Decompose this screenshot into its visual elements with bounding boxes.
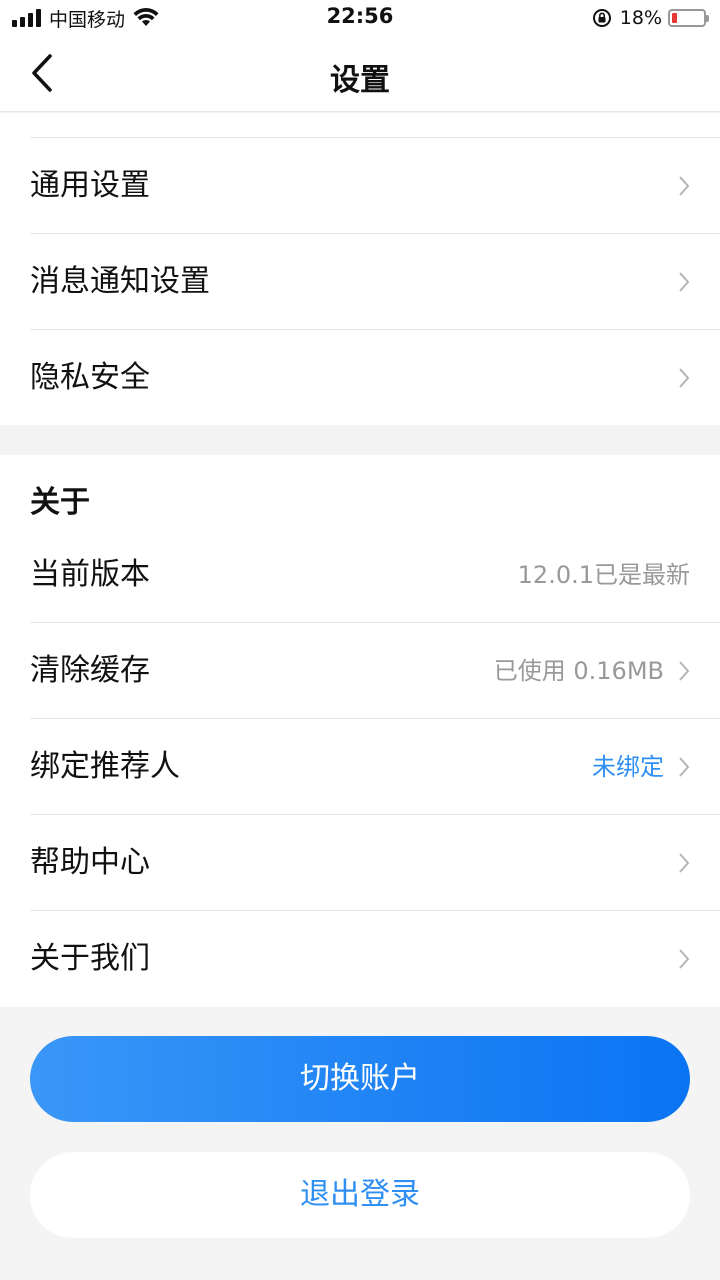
row-current-version: 当前版本 12.0.1已是最新 [0, 527, 720, 623]
row-privacy-security[interactable]: 隐私安全 [0, 330, 720, 426]
battery-icon [668, 9, 709, 27]
chevron-right-icon [679, 949, 690, 969]
battery-percent: 18% [619, 7, 662, 29]
referrer-status-value: 未绑定 [592, 753, 664, 781]
chevron-right-icon [679, 272, 690, 292]
row-label: 消息通知设置 [30, 264, 210, 299]
row-label: 清除缓存 [30, 653, 150, 688]
page-title: 设置 [330, 63, 390, 98]
row-about-us[interactable]: 关于我们 [0, 911, 720, 1007]
row-label: 通用设置 [30, 168, 150, 203]
chevron-right-icon [679, 661, 690, 681]
row-help-center[interactable]: 帮助中心 [0, 815, 720, 911]
chevron-right-icon [679, 853, 690, 873]
version-value: 12.0.1已是最新 [517, 561, 690, 589]
rotation-lock-icon [592, 9, 611, 27]
chevron-right-icon [679, 368, 690, 388]
switch-account-button[interactable]: 切换账户 [30, 1036, 690, 1122]
status-right: 18% [592, 6, 709, 30]
row-label: 隐私安全 [30, 360, 150, 395]
row-label: 绑定推荐人 [30, 749, 180, 784]
row-bind-referrer[interactable]: 绑定推荐人 未绑定 [0, 719, 720, 815]
row-label: 关于我们 [30, 941, 150, 976]
row-label: 帮助中心 [30, 845, 150, 880]
row-general-settings[interactable]: 通用设置 [0, 138, 720, 234]
status-bar: 中国移动 22:56 18% [0, 0, 720, 36]
row-label: 当前版本 [30, 557, 150, 592]
chevron-right-icon [679, 176, 690, 196]
settings-group: 通用设置 消息通知设置 隐私安全 [0, 113, 720, 425]
logout-button[interactable]: 退出登录 [30, 1152, 690, 1238]
cache-size-value: 已使用 0.16MB [493, 657, 664, 685]
navigation-bar: 设置 [0, 36, 720, 112]
about-group: 关于 当前版本 12.0.1已是最新 清除缓存 已使用 0.16MB 绑定推荐人… [0, 455, 720, 1007]
chevron-right-icon [679, 757, 690, 777]
row-clear-cache[interactable]: 清除缓存 已使用 0.16MB [0, 623, 720, 719]
row-notification-settings[interactable]: 消息通知设置 [0, 234, 720, 330]
section-title-about: 关于 [30, 485, 90, 520]
